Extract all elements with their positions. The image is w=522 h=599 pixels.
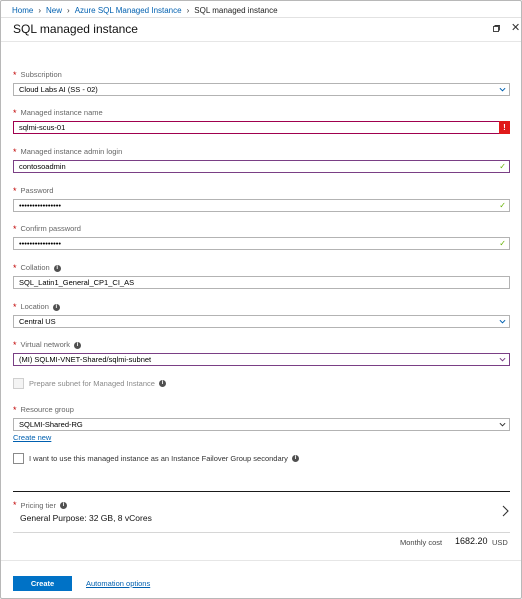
- checkmark-icon: ✓: [499, 239, 506, 248]
- admin-login-label: * Managed instance admin login: [13, 146, 123, 157]
- password-input[interactable]: •••••••••••••••• ✓: [13, 199, 510, 212]
- location-label: * Location i: [13, 302, 60, 312]
- pricing-tier-value[interactable]: General Purpose: 32 GB, 8 vCores: [20, 513, 152, 523]
- resource-group-select[interactable]: SQLMI-Shared-RG: [13, 418, 510, 431]
- chevron-down-icon: [499, 357, 506, 362]
- error-icon: !: [499, 121, 510, 134]
- subscription-select[interactable]: Cloud Labs AI (SS - 02): [13, 83, 510, 96]
- chevron-down-icon: [499, 319, 506, 324]
- breadcrumb-new[interactable]: New: [46, 6, 62, 15]
- header-divider: [1, 17, 521, 18]
- monthly-cost-value: 1682.20: [455, 536, 488, 546]
- required-asterisk-icon: *: [13, 339, 17, 350]
- create-new-resource-group-link[interactable]: Create new: [13, 433, 51, 442]
- required-asterisk-icon: *: [13, 185, 17, 196]
- pricing-divider-bottom: [13, 532, 510, 533]
- admin-login-input[interactable]: contosoadmin ✓: [13, 160, 510, 173]
- monthly-cost-label: Monthly cost: [400, 538, 443, 547]
- info-icon[interactable]: i: [53, 264, 61, 272]
- instance-name-label: * Managed instance name: [13, 107, 103, 118]
- required-asterisk-icon: *: [13, 69, 17, 80]
- subscription-label: * Subscription: [13, 69, 62, 80]
- required-asterisk-icon: *: [13, 404, 17, 415]
- failover-group-checkbox[interactable]: [13, 453, 24, 464]
- prepare-subnet-label: Prepare subnet for Managed Instance i: [29, 378, 166, 389]
- chevron-down-icon: [499, 422, 506, 427]
- page-title: SQL managed instance: [13, 22, 138, 36]
- info-icon[interactable]: i: [291, 455, 299, 462]
- breadcrumb-home[interactable]: Home: [12, 6, 33, 15]
- chevron-down-icon: [499, 87, 506, 92]
- breadcrumb-separator-icon: ›: [67, 5, 70, 15]
- create-button[interactable]: Create: [13, 576, 72, 591]
- info-icon[interactable]: i: [52, 303, 60, 311]
- pricing-divider-top: [13, 491, 510, 492]
- breadcrumb: Home › New › Azure SQL Managed Instance …: [12, 4, 278, 16]
- resource-group-label: * Resource group: [13, 404, 74, 415]
- failover-group-label: I want to use this managed instance as a…: [29, 453, 299, 464]
- chevron-right-icon[interactable]: [501, 505, 509, 517]
- close-icon[interactable]: ✕: [511, 22, 520, 34]
- info-icon[interactable]: i: [59, 501, 67, 509]
- password-label: * Password: [13, 185, 54, 196]
- required-asterisk-icon: *: [13, 301, 17, 312]
- checkmark-icon: ✓: [499, 201, 506, 210]
- info-icon[interactable]: i: [73, 341, 81, 349]
- footer-divider: [1, 560, 521, 561]
- info-icon[interactable]: i: [158, 380, 166, 387]
- virtual-network-select[interactable]: (MI) SQLMI-VNET-Shared/sqlmi-subnet: [13, 353, 510, 366]
- required-asterisk-icon: *: [13, 500, 17, 510]
- automation-options-link[interactable]: Automation options: [86, 579, 150, 588]
- restore-window-icon[interactable]: [493, 25, 500, 32]
- breadcrumb-azure-sql-mi[interactable]: Azure SQL Managed Instance: [75, 6, 182, 15]
- required-asterisk-icon: *: [13, 262, 17, 273]
- virtual-network-label: * Virtual network i: [13, 340, 81, 350]
- required-asterisk-icon: *: [13, 146, 17, 157]
- checkmark-icon: ✓: [499, 162, 506, 171]
- confirm-password-input[interactable]: •••••••••••••••• ✓: [13, 237, 510, 250]
- required-asterisk-icon: *: [13, 223, 17, 234]
- collation-input[interactable]: SQL_Latin1_General_CP1_CI_AS: [13, 276, 510, 289]
- required-asterisk-icon: *: [13, 107, 17, 118]
- breadcrumb-separator-icon: ›: [186, 5, 190, 15]
- monthly-cost-unit: USD: [492, 538, 508, 547]
- breadcrumb-current: SQL managed instance: [194, 5, 278, 15]
- instance-name-input[interactable]: sqlmi-scus-01 !: [13, 121, 510, 134]
- collation-label: * Collation i: [13, 263, 61, 273]
- confirm-password-label: * Confirm password: [13, 223, 81, 234]
- prepare-subnet-checkbox[interactable]: [13, 378, 24, 389]
- breadcrumb-separator-icon: ›: [38, 5, 42, 15]
- location-select[interactable]: Central US: [13, 315, 510, 328]
- pricing-tier-label: * Pricing tier i: [13, 500, 67, 510]
- title-divider: [1, 41, 521, 42]
